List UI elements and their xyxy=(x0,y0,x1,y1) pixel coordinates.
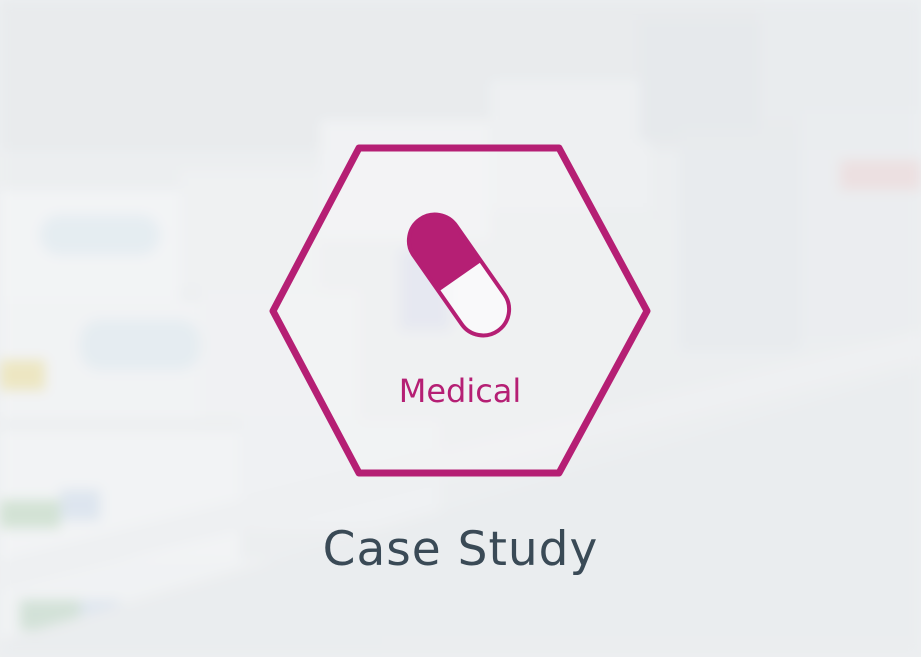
page-title: Case Study xyxy=(322,522,599,577)
hero-banner: Medical Case Study xyxy=(0,0,921,657)
badge-label: Medical xyxy=(398,372,522,410)
